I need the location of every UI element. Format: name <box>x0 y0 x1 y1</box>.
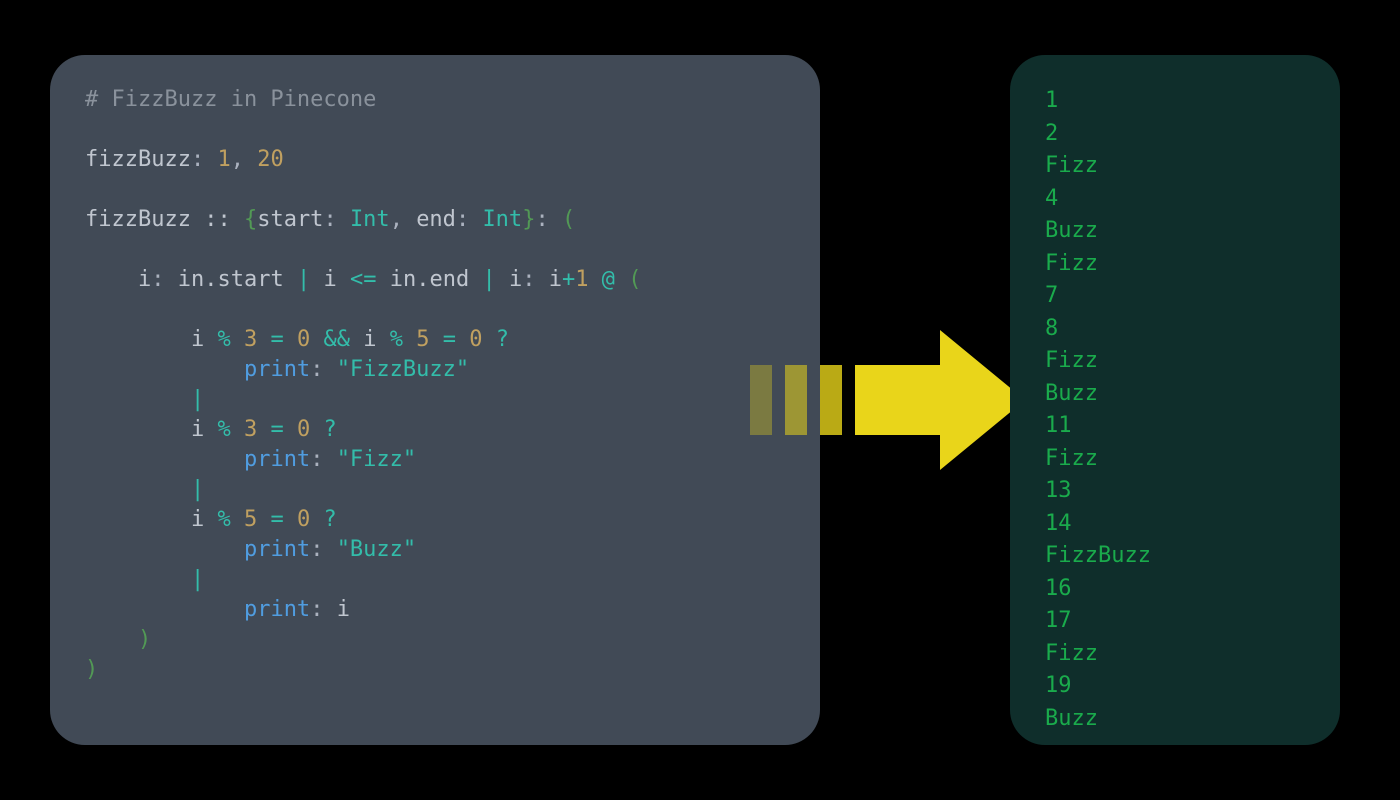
stage: # FizzBuzz in Pinecone fizzBuzz: 1, 20 f… <box>0 0 1400 800</box>
output-panel: 1 2 Fizz 4 Buzz Fizz 7 8 Fizz Buzz 11 Fi… <box>1010 55 1340 745</box>
output-block: 1 2 Fizz 4 Buzz Fizz 7 8 Fizz Buzz 11 Fi… <box>1045 85 1305 735</box>
code-comment: # FizzBuzz in Pinecone <box>85 87 376 112</box>
code-ident: fizzBuzz <box>85 147 191 172</box>
code-panel: # FizzBuzz in Pinecone fizzBuzz: 1, 20 f… <box>50 55 820 745</box>
code-block: # FizzBuzz in Pinecone fizzBuzz: 1, 20 f… <box>85 85 785 685</box>
arrow-icon <box>750 320 1030 480</box>
